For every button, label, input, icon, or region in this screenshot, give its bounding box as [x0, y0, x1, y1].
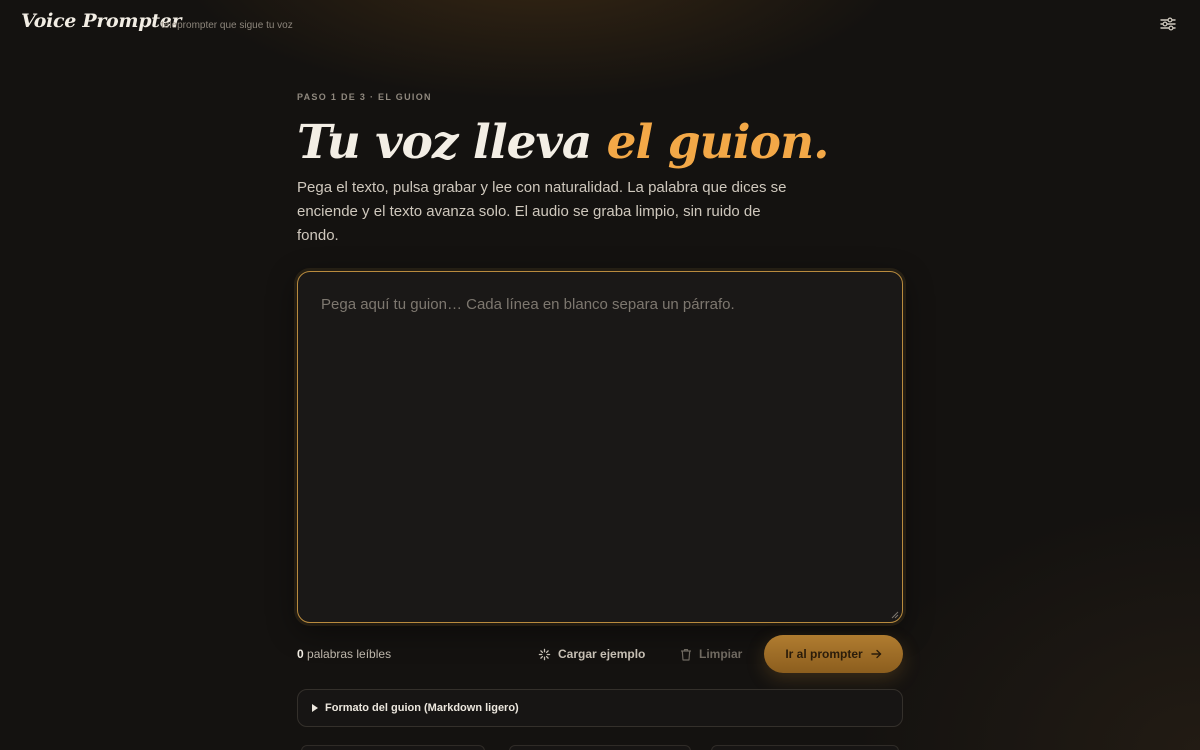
trash-icon: [681, 648, 691, 661]
arrow-right-icon: [870, 649, 881, 659]
page-title-main: Tu voz lleva: [297, 115, 607, 170]
spinner-icon: [538, 648, 551, 660]
app-tagline: teleprompter que sigue tu voz: [161, 20, 293, 31]
word-count-label: palabras leíbles: [303, 647, 392, 661]
page-title-accent: el guion.: [606, 115, 830, 170]
format-help-label: Formato del guion (Markdown ligero): [325, 702, 519, 714]
bottom-cards-row: [297, 745, 903, 750]
bottom-card: [711, 745, 899, 750]
word-count-value: 0: [297, 647, 304, 661]
app-logo[interactable]: Voice Prompter: [21, 10, 182, 32]
go-to-prompter-label: Ir al prompter: [785, 647, 863, 661]
sliders-icon: [1160, 17, 1176, 31]
format-help-toggle[interactable]: Formato del guion (Markdown ligero): [297, 689, 903, 727]
load-example-label: Cargar ejemplo: [558, 647, 646, 661]
settings-button[interactable]: [1158, 14, 1178, 34]
clear-label: Limpiar: [699, 647, 743, 661]
bottom-card: [509, 745, 691, 750]
page-description: Pega el texto, pulsa grabar y lee con na…: [297, 179, 787, 244]
script-editor[interactable]: [298, 272, 902, 622]
step-indicator: PASO 1 DE 3 · EL GUION: [297, 92, 432, 102]
word-count: 0 palabras leíbles: [297, 647, 391, 661]
intro-section: PASO 1 DE 3 · EL GUION Tu voz lleva el g…: [297, 92, 903, 248]
script-editor-frame: [297, 271, 903, 623]
top-bar: Voice Prompter teleprompter que sigue tu…: [0, 0, 1200, 50]
go-to-prompter-button[interactable]: Ir al prompter: [764, 635, 903, 673]
page-title: Tu voz lleva el guion.: [297, 116, 903, 170]
clear-button[interactable]: Limpiar: [680, 635, 742, 673]
bottom-card: [301, 745, 485, 750]
disclosure-triangle-icon: [312, 704, 318, 712]
resize-handle-icon[interactable]: [891, 611, 899, 619]
editor-actions: 0 palabras leíbles Cargar ejemplo Limpia…: [297, 635, 903, 673]
load-example-button[interactable]: Cargar ejemplo: [538, 635, 645, 673]
